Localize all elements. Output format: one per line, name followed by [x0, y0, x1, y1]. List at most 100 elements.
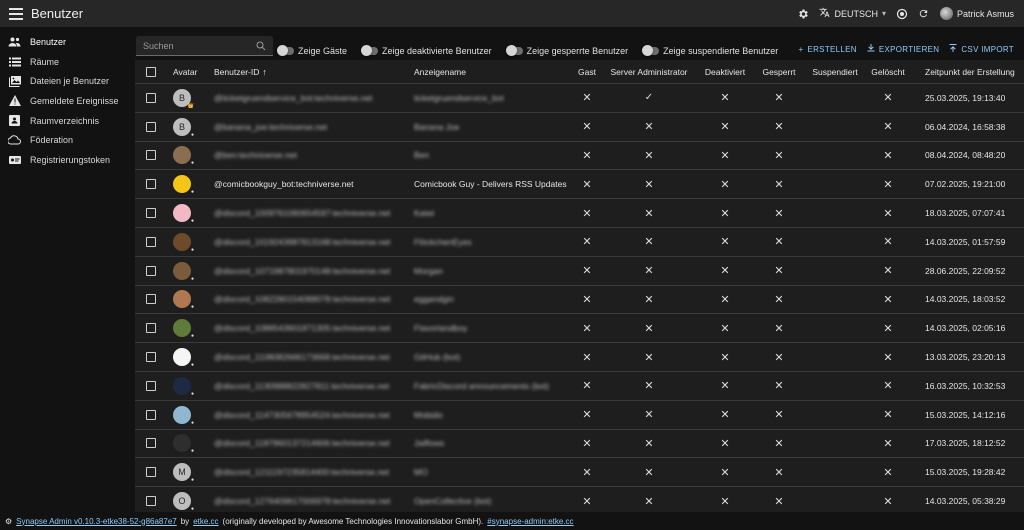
badge-icon: ●: [190, 246, 194, 253]
user-id: @discord_1086543601871305:techniverse.ne…: [214, 323, 391, 334]
row-checkbox[interactable]: [146, 314, 156, 342]
theme-icon[interactable]: [896, 8, 908, 20]
list-icon: [8, 56, 21, 67]
switch-icon[interactable]: [505, 45, 523, 56]
row-checkbox[interactable]: [146, 84, 156, 112]
col-admin[interactable]: Server Administrator: [611, 60, 688, 83]
table-row[interactable]: ● @discord_1019243987813168:techniverse.…: [135, 228, 1024, 257]
etke-link[interactable]: etke.cc: [193, 517, 218, 526]
erased-value: ✕: [871, 113, 905, 141]
sidebar-item-federation[interactable]: Föderation: [0, 130, 130, 150]
created-value: 14.03.2025, 02:05:16: [925, 323, 1006, 334]
table-row[interactable]: ● @discord_1086543601871305:techniverse.…: [135, 314, 1024, 344]
toggle-guests[interactable]: Zeige Gäste: [277, 45, 347, 56]
row-checkbox[interactable]: [146, 228, 156, 256]
table-row[interactable]: ● @ben:techniverse.net Ben ✕ ✕ ✕ ✕ ✕ 08.…: [135, 142, 1024, 171]
toggle-suspended[interactable]: Zeige suspendierte Benutzer: [642, 45, 778, 56]
refresh-icon[interactable]: [918, 8, 930, 20]
toggle-deactivated[interactable]: Zeige deaktivierte Benutzer: [361, 45, 492, 56]
created-value: 25.03.2025, 19:13:40: [925, 92, 1006, 103]
settings-icon[interactable]: [797, 8, 809, 20]
badge-icon: ●: [190, 218, 194, 225]
row-checkbox[interactable]: [146, 257, 156, 285]
download-icon: [867, 44, 875, 54]
table-row[interactable]: ● @discord_1009761060654597:techniverse.…: [135, 199, 1024, 228]
create-button[interactable]: + ERSTELLEN: [798, 44, 856, 54]
switch-icon[interactable]: [642, 45, 660, 56]
avatar: B 👑: [173, 88, 194, 109]
toggle-locked[interactable]: Zeige gesperrte Benutzer: [505, 45, 628, 56]
x-icon: ✕: [774, 149, 784, 162]
sidebar-item-registration-tokens[interactable]: Registrierungstoken: [0, 150, 130, 170]
row-checkbox[interactable]: [146, 286, 156, 314]
col-user-id[interactable]: Benutzer-ID ↑: [214, 60, 267, 83]
app-bar: Benutzer DEUTSCH ▾ Patrick Asmus: [0, 0, 1024, 27]
plus-icon: +: [798, 44, 804, 54]
col-created[interactable]: Zeitpunkt der Erstellung: [925, 60, 1015, 83]
table-row[interactable]: ● @discord_1082280154088078:techniverse.…: [135, 286, 1024, 315]
x-icon: ✕: [883, 121, 893, 134]
sidebar-item-media[interactable]: Dateien je Benutzer: [0, 71, 130, 91]
row-checkbox[interactable]: [146, 343, 156, 371]
suspended-value: [811, 142, 859, 170]
csv-import-button[interactable]: CSV IMPORT: [949, 44, 1014, 54]
table-row[interactable]: ● @discord_1071987801970148:techniverse.…: [135, 257, 1024, 286]
table-row[interactable]: ● @discord_1187960137214606:techniverse.…: [135, 430, 1024, 459]
table-row[interactable]: ● @discord_1147305678954524:techniverse.…: [135, 401, 1024, 430]
row-checkbox[interactable]: [146, 430, 156, 458]
menu-icon[interactable]: [9, 7, 23, 20]
avatar: M ●: [173, 463, 194, 483]
select-all-checkbox[interactable]: [146, 60, 156, 83]
row-checkbox[interactable]: [146, 372, 156, 400]
deactivated-value: ✕: [705, 343, 745, 371]
switch-icon[interactable]: [277, 45, 294, 56]
x-icon: ✕: [883, 92, 893, 105]
user-menu[interactable]: Patrick Asmus: [939, 7, 1014, 20]
table-row[interactable]: B 👑 @ticketgruendservice_bot:techniverse.…: [135, 84, 1024, 113]
table-row[interactable]: O ● @discord_1276409617006978:techniverse…: [135, 487, 1024, 512]
x-icon: ✕: [582, 121, 592, 134]
row-checkbox[interactable]: [146, 487, 156, 512]
row-checkbox[interactable]: [146, 142, 156, 170]
col-suspended[interactable]: Suspendiert: [811, 60, 859, 83]
col-locked[interactable]: Gesperrt: [758, 60, 800, 83]
x-icon: ✕: [720, 265, 730, 278]
sidebar-item-reports[interactable]: Gemeldete Ereignisse: [0, 91, 130, 111]
row-checkbox[interactable]: [146, 401, 156, 429]
row-checkbox[interactable]: [146, 170, 156, 198]
table-row[interactable]: ● @discord_1108082666173668:techniverse.…: [135, 343, 1024, 372]
table-row[interactable]: ● @comicbookguy_bot:techniverse.net Comi…: [135, 170, 1024, 200]
col-deactivated[interactable]: Deaktiviert: [705, 60, 745, 83]
col-guest[interactable]: Gast: [578, 60, 596, 83]
col-erased[interactable]: Gelöscht: [871, 60, 905, 83]
col-display-name[interactable]: Anzeigename: [414, 60, 466, 83]
switch-icon[interactable]: [361, 45, 379, 56]
user-id: @discord_1276409617006978:techniverse.ne…: [214, 496, 391, 507]
display-name: ticketgruendservice_bot: [414, 92, 504, 103]
created-value: 14.03.2025, 18:03:52: [925, 294, 1006, 305]
version-link[interactable]: Synapse Admin v0.10.3-etke38-52-g86a87e7: [16, 517, 177, 526]
sidebar-item-room-directory[interactable]: Raumverzeichnis: [0, 111, 130, 131]
export-button[interactable]: EXPORTIEREN: [867, 44, 940, 54]
erased-value: ✕: [871, 372, 905, 400]
search-input[interactable]: [143, 40, 243, 51]
x-icon: ✕: [582, 437, 592, 450]
language-select[interactable]: DEUTSCH ▾: [819, 7, 886, 20]
table-row[interactable]: B ● @banana_joe:techniverse.net Banana Jo…: [135, 113, 1024, 142]
room-link[interactable]: #synapse-admin:etke.cc: [487, 517, 573, 526]
row-checkbox[interactable]: [146, 199, 156, 227]
x-icon: ✕: [720, 466, 730, 479]
locked-value: ✕: [758, 487, 800, 512]
sidebar-item-rooms[interactable]: Räume: [0, 52, 130, 72]
guest-value: ✕: [580, 430, 594, 458]
search-field[interactable]: [136, 36, 273, 56]
x-icon: ✕: [883, 207, 893, 220]
row-checkbox[interactable]: [146, 458, 156, 486]
sidebar-item-users[interactable]: Benutzer: [0, 32, 130, 52]
table-row[interactable]: M ● @discord_1211197235814400:techniverse…: [135, 458, 1024, 488]
avatar: B ●: [173, 117, 194, 138]
row-checkbox[interactable]: [146, 113, 156, 141]
user-name: Patrick Asmus: [956, 8, 1014, 19]
table-row[interactable]: ● @discord_1130988822827811:techniverse.…: [135, 372, 1024, 401]
badge-icon: ●: [190, 419, 194, 426]
